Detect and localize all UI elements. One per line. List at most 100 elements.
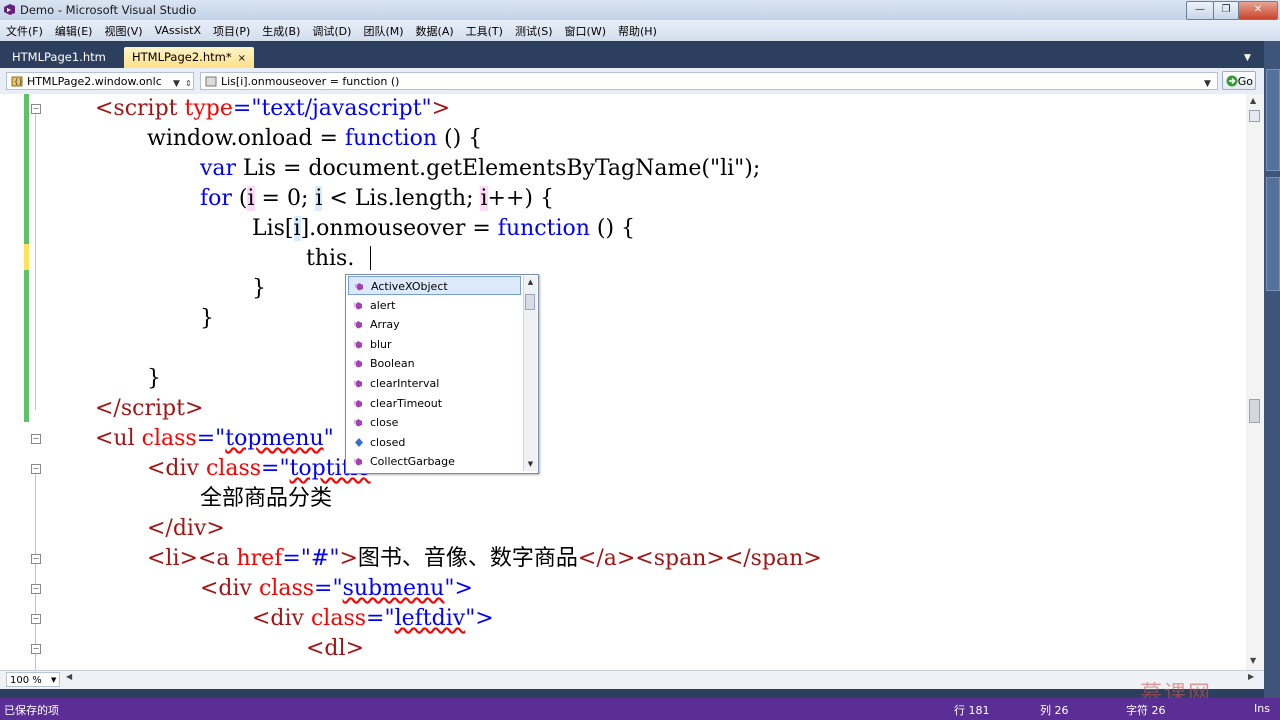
code-line: this. bbox=[306, 246, 355, 271]
menu-item[interactable]: 调试(D) bbox=[306, 23, 357, 39]
intellisense-item[interactable]: CollectGarbage bbox=[348, 452, 521, 471]
document-tab-strip: HTMLPage1.htm HTMLPage2.htm* × ▼ bbox=[0, 41, 1264, 68]
tab-list-dropdown-icon[interactable]: ▼ bbox=[1244, 53, 1254, 63]
menu-item[interactable]: 项目(P) bbox=[207, 23, 256, 39]
minimize-button[interactable]: — bbox=[1186, 1, 1214, 20]
menu-bar: 文件(F) 编辑(E) 视图(V) VAssistX 项目(P) 生成(B) 调试(D) 团队… bbox=[0, 20, 1280, 41]
intellisense-item[interactable]: clearInterval bbox=[348, 374, 521, 393]
menu-item[interactable]: 测试(S) bbox=[509, 23, 559, 39]
tab-htmlpage1[interactable]: HTMLPage1.htm bbox=[4, 47, 114, 68]
intellisense-item[interactable]: ActiveXObject bbox=[348, 276, 521, 295]
intellisense-item-label: clearInterval bbox=[370, 377, 440, 390]
method-icon bbox=[354, 340, 362, 349]
go-button[interactable]: Go bbox=[1222, 71, 1256, 90]
property-icon bbox=[355, 437, 363, 447]
menu-item[interactable]: 文件(F) bbox=[0, 23, 49, 39]
menu-item[interactable]: 窗口(W) bbox=[559, 23, 612, 39]
code-line: </div> bbox=[147, 516, 225, 541]
intellisense-item[interactable]: blur bbox=[348, 335, 521, 354]
scroll-left-icon[interactable]: ◀ bbox=[66, 672, 72, 681]
go-label: Go bbox=[1237, 75, 1253, 88]
method-icon bbox=[354, 380, 362, 388]
code-line: </script> bbox=[95, 396, 204, 421]
code-line: Lis[i].onmouseover = function () { bbox=[252, 216, 636, 241]
tab-htmlpage2[interactable]: HTMLPage2.htm* × bbox=[124, 47, 254, 68]
menu-item[interactable]: 视图(V) bbox=[98, 23, 148, 39]
scroll-up-icon[interactable]: ▲ bbox=[524, 276, 537, 289]
scope-dropdown[interactable]: {} HTMLPage2.window.onlc ▼ ⇕ bbox=[6, 72, 194, 90]
collapse-icon[interactable]: − bbox=[31, 644, 41, 654]
tab-close-icon[interactable]: × bbox=[238, 53, 246, 64]
collapse-icon[interactable]: − bbox=[31, 614, 41, 624]
code-line: var Lis = document.getElementsByTagName(… bbox=[200, 156, 761, 181]
status-character: 字符 26 bbox=[1126, 704, 1166, 717]
chevron-down-icon: ▼ bbox=[51, 676, 57, 684]
chevron-down-icon: ▼ bbox=[1204, 79, 1211, 89]
code-line: window.onload = function () { bbox=[147, 126, 483, 151]
scope-label: HTMLPage2.window.onlc bbox=[27, 75, 162, 88]
intellisense-item-label: closed bbox=[370, 435, 406, 449]
text-caret bbox=[370, 246, 371, 270]
collapse-icon[interactable]: − bbox=[31, 554, 41, 564]
code-line: for (i = 0; i < Lis.length; i++) { bbox=[200, 186, 554, 211]
collapse-icon[interactable]: − bbox=[31, 434, 41, 444]
scroll-thumb[interactable] bbox=[1249, 399, 1260, 423]
maximize-button[interactable]: ❐ bbox=[1213, 1, 1239, 20]
menu-item[interactable]: 团队(M) bbox=[357, 23, 409, 39]
scroll-down-icon[interactable]: ▼ bbox=[524, 458, 537, 471]
scope-icon: {} bbox=[11, 76, 23, 87]
scroll-up-icon[interactable]: ▲ bbox=[1250, 96, 1256, 105]
menu-item[interactable]: 工具(T) bbox=[460, 23, 509, 39]
code-line: <script type="text/javascript"> bbox=[95, 96, 451, 121]
status-message: 已保存的项 bbox=[4, 704, 59, 717]
status-column: 列 26 bbox=[1040, 704, 1069, 717]
close-button[interactable]: ✕ bbox=[1238, 1, 1278, 20]
intellisense-item[interactable]: close bbox=[348, 413, 521, 432]
method-icon bbox=[205, 76, 217, 87]
collapse-icon[interactable]: − bbox=[31, 464, 41, 474]
window-title: Demo - Microsoft Visual Studio bbox=[20, 3, 197, 17]
code-line: <dl> bbox=[306, 636, 364, 661]
intellisense-item[interactable]: clearTimeout bbox=[348, 394, 521, 413]
collapse-icon[interactable]: − bbox=[31, 104, 41, 114]
member-dropdown[interactable]: Lis[i].onmouseover = function () ▼ bbox=[200, 72, 1218, 90]
intellisense-item[interactable]: alert bbox=[348, 296, 521, 315]
menu-item[interactable]: 数据(A) bbox=[410, 23, 460, 39]
solution-explorer-tab[interactable] bbox=[1266, 69, 1280, 171]
code-editor[interactable]: − − − − − − − <script type="text/javascr… bbox=[0, 94, 1264, 670]
intellisense-item[interactable]: Boolean bbox=[348, 354, 521, 373]
menu-item[interactable]: 生成(B) bbox=[256, 23, 306, 39]
intellisense-item[interactable]: closed bbox=[348, 433, 521, 452]
right-tool-window-strip bbox=[1264, 41, 1280, 698]
outline-line bbox=[35, 474, 36, 670]
method-icon bbox=[354, 301, 362, 310]
splitter-icon[interactable]: ⇕ bbox=[185, 75, 192, 89]
intellisense-item-label: clearTimeout bbox=[370, 396, 443, 410]
intellisense-scrollbar[interactable]: ▲ ▼ bbox=[523, 276, 537, 471]
code-line: <div class="leftdiv"> bbox=[252, 606, 494, 631]
editor-horizontal-bar: 100 % ▼ ◀ ▶ bbox=[0, 670, 1264, 689]
menu-item[interactable]: 帮助(H) bbox=[612, 23, 663, 39]
method-icon bbox=[354, 458, 362, 466]
code-line: <li><a href="#">图书、音像、数字商品</a><span></sp… bbox=[147, 546, 822, 571]
zoom-dropdown[interactable]: 100 % ▼ bbox=[6, 672, 60, 687]
menu-item[interactable]: 编辑(E) bbox=[49, 23, 99, 39]
split-handle[interactable] bbox=[1249, 110, 1260, 122]
properties-tab[interactable] bbox=[1266, 177, 1280, 291]
collapse-icon[interactable]: − bbox=[31, 584, 41, 594]
status-line: 行 181 bbox=[954, 704, 990, 717]
zoom-value: 100 % bbox=[10, 675, 42, 686]
visual-studio-icon bbox=[4, 4, 15, 15]
editor-vertical-scrollbar[interactable]: ▲ ▼ bbox=[1246, 94, 1264, 670]
intellisense-item-label: CollectGarbage bbox=[370, 455, 455, 469]
intellisense-item[interactable]: Array bbox=[348, 315, 521, 334]
outline-line bbox=[35, 110, 36, 410]
scroll-thumb[interactable] bbox=[525, 294, 535, 310]
code-line: } bbox=[252, 276, 266, 301]
menu-item[interactable]: VAssistX bbox=[149, 24, 207, 37]
code-line: <ul class="topmenu" bbox=[95, 426, 334, 451]
title-bar: Demo - Microsoft Visual Studio — ❐ ✕ bbox=[0, 0, 1280, 20]
scroll-right-icon[interactable]: ▶ bbox=[1248, 672, 1254, 681]
intellisense-list[interactable]: ActiveXObject alert Array blur Boolean clearI… bbox=[345, 274, 539, 474]
scroll-down-icon[interactable]: ▼ bbox=[1250, 656, 1256, 665]
